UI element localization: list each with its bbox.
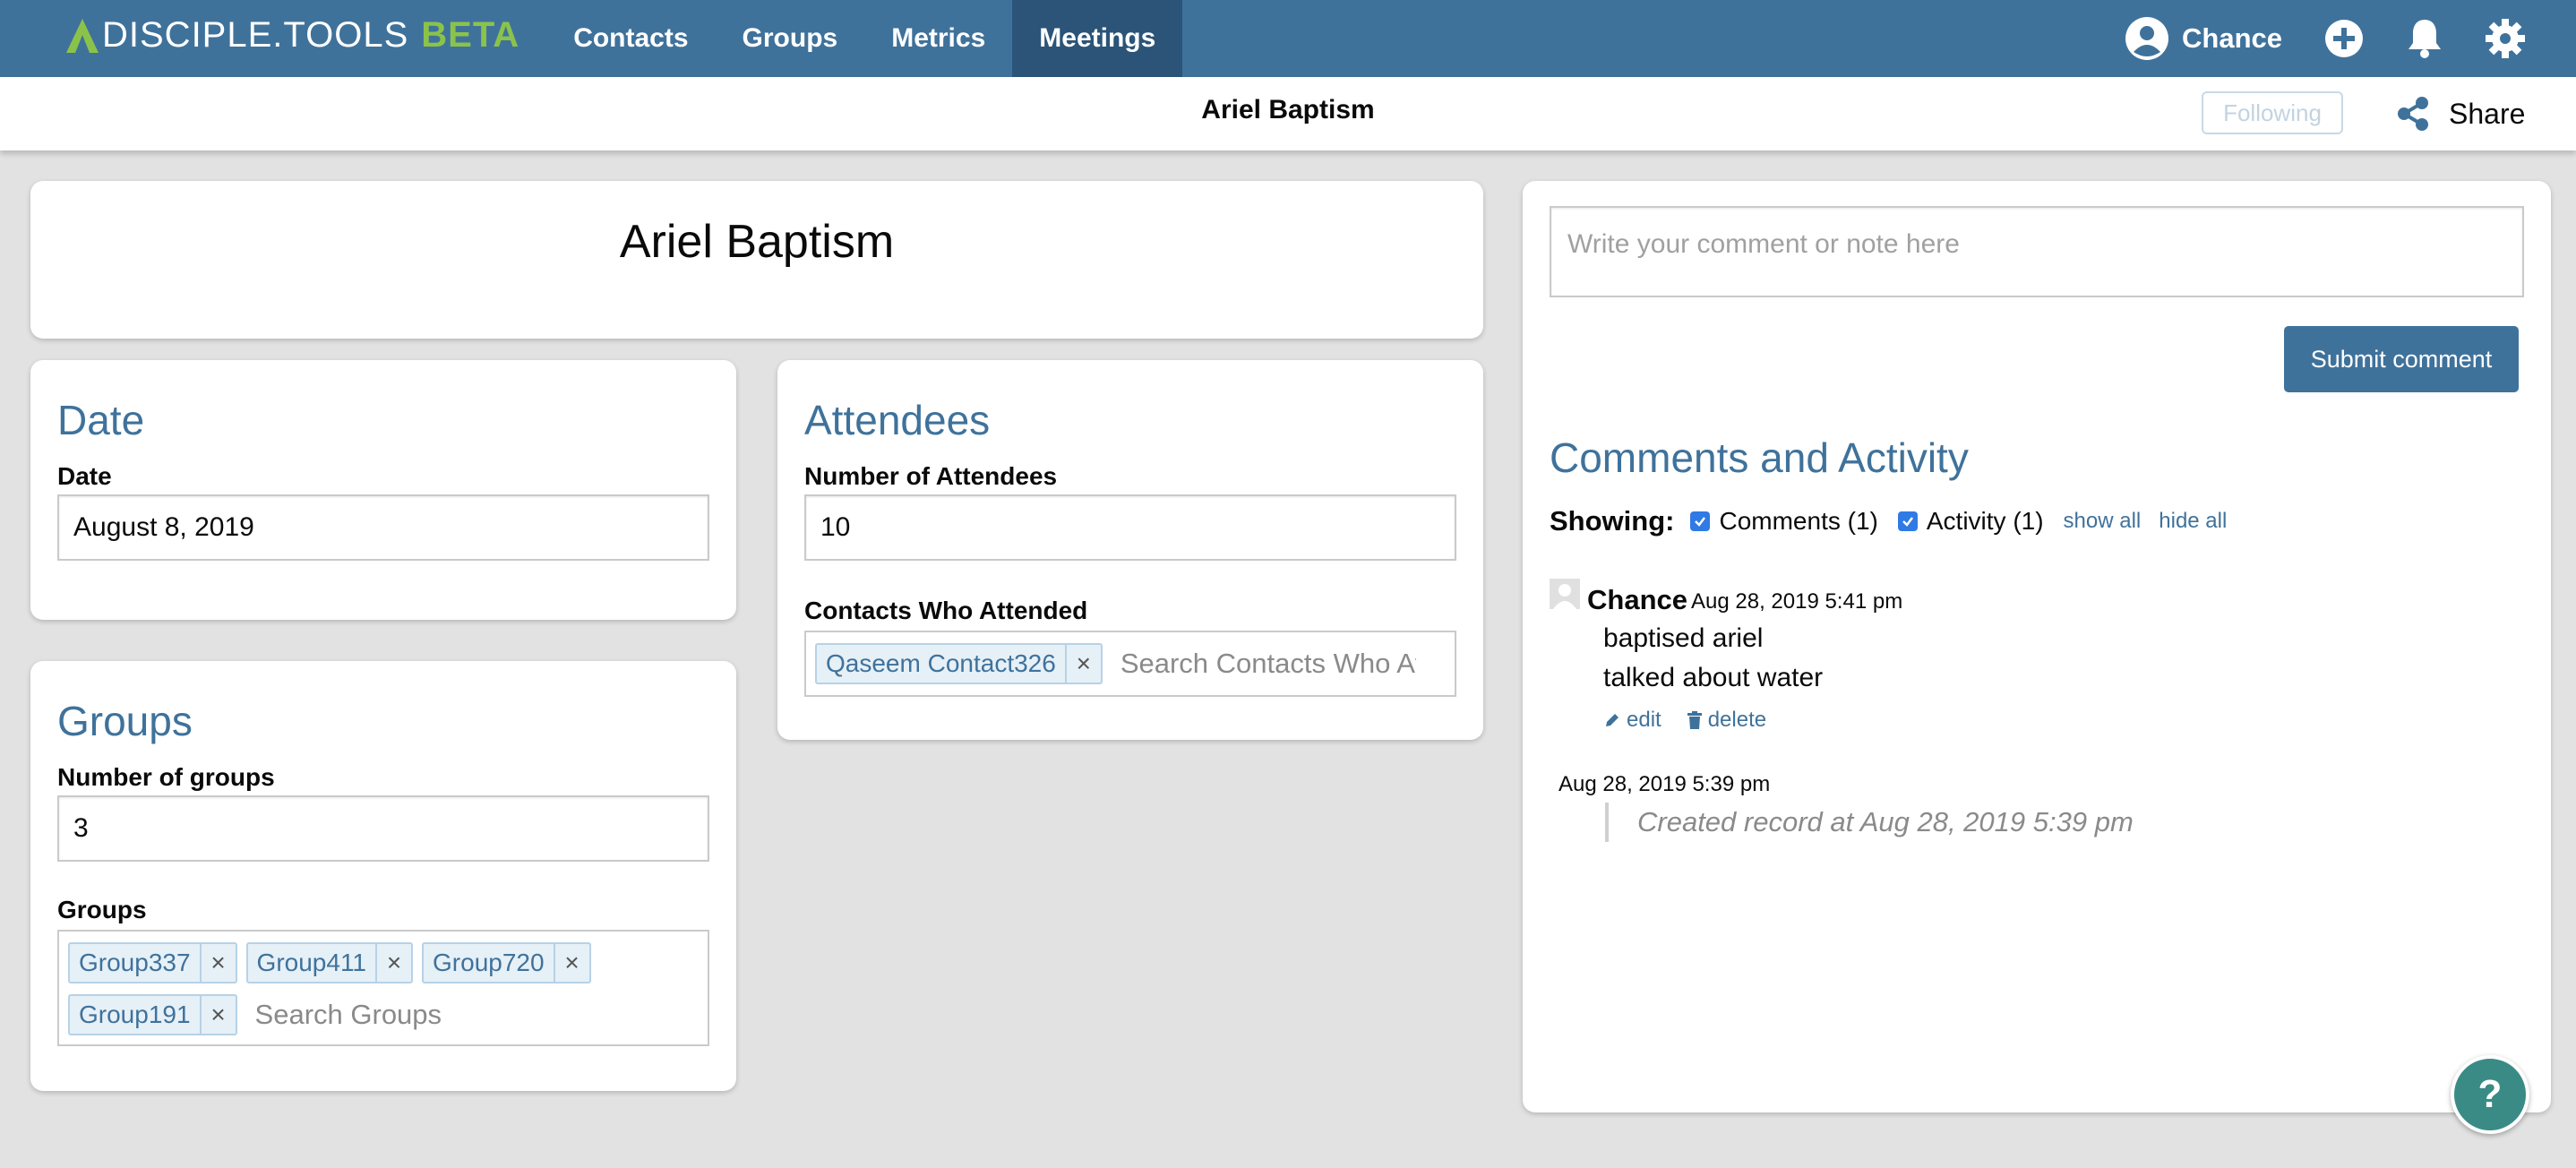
group-tag: Group411 × [245,942,414,983]
groups-card: Groups Number of groups 3 Groups Group33… [30,661,736,1091]
trash-icon [1687,711,1702,729]
activity-text: Created record at Aug 28, 2019 5:39 pm [1637,806,2134,837]
nav-contacts[interactable]: Contacts [546,0,715,77]
date-card: Date Date August 8, 2019 [30,360,736,620]
share-label: Share [2449,97,2526,130]
remove-tag-icon[interactable]: × [1064,645,1101,683]
remove-tag-icon[interactable]: × [199,996,236,1034]
record-header-bar: Ariel Baptism Following Share [0,77,2576,150]
activity-filters: Showing: Comments (1) Activity (1) show … [1550,502,2245,541]
user-name: Chance [2182,22,2282,54]
remove-tag-icon[interactable]: × [199,944,236,982]
comment-actions: edit delete [1603,708,1791,733]
number-of-groups-input[interactable]: 3 [57,795,709,862]
activity-checkbox[interactable] [1897,511,1918,531]
contacts-attended-label: Contacts Who Attended [804,597,1088,624]
delete-comment-link[interactable]: delete [1687,708,1779,733]
pencil-icon [1606,714,1619,726]
edit-comment-link[interactable]: edit [1603,708,1674,733]
following-button[interactable]: Following [2202,91,2343,134]
group-tag: Group337 × [68,942,237,983]
comments-activity-title: Comments and Activity [1550,434,1969,481]
comment-avatar [1550,579,1580,609]
comment-text-line: baptised ariel [1603,623,1764,653]
activity-date: Aug 28, 2019 5:39 pm [1558,772,1771,796]
attendees-card: Attendees Number of Attendees 10 Contact… [777,360,1483,740]
gear-icon[interactable] [2485,18,2526,59]
user-avatar-icon [2125,17,2169,60]
comments-checkbox[interactable] [1690,511,1711,531]
activity-filter-label[interactable]: Activity (1) [1927,507,2044,536]
contact-tag-label[interactable]: Qaseem Contact326 [817,649,1065,678]
groups-section-title: Groups [57,698,193,744]
group-tag-label[interactable]: Group411 [248,949,375,977]
group-tag-label[interactable]: Group337 [70,949,200,977]
groups-label: Groups [57,896,147,923]
show-all-link[interactable]: show all [2064,509,2142,534]
comment-author: Chance [1587,584,1687,615]
showing-label: Showing: [1550,505,1675,537]
number-of-attendees-input[interactable]: 10 [804,494,1456,561]
date-label: Date [57,462,112,490]
comment-text-line: talked about water [1603,663,1824,692]
comment-date: Aug 28, 2019 5:41 pm [1691,589,1903,614]
activity-divider [1605,803,1609,842]
number-of-attendees-label: Number of Attendees [804,462,1058,490]
edit-label: edit [1627,708,1662,732]
bell-icon[interactable] [2404,18,2445,59]
nav-right: Chance [2125,0,2576,77]
remove-tag-icon[interactable]: × [553,944,589,982]
contacts-attended-typeahead[interactable]: Qaseem Contact326 × Search Contacts Who … [804,631,1456,697]
hide-all-link[interactable]: hide all [2159,509,2227,534]
comment-input[interactable]: Write your comment or note here [1550,206,2524,297]
nav-metrics[interactable]: Metrics [864,0,1012,77]
groups-search-input[interactable]: Search Groups [246,994,442,1035]
logo[interactable]: DISCIPLE.TOOLS BETA [64,0,519,77]
comments-filter-label[interactable]: Comments (1) [1719,507,1877,536]
nav-meetings[interactable]: Meetings [1012,0,1183,77]
nav-groups[interactable]: Groups [716,0,865,77]
logo-mark-icon [66,19,99,53]
user-menu[interactable]: Chance [2125,16,2282,61]
help-button[interactable]: ? [2451,1055,2529,1134]
attendees-section-title: Attendees [804,397,991,443]
group-tag-label[interactable]: Group191 [70,1001,200,1029]
group-tag: Group191 × [68,994,237,1035]
logo-beta: BETA [421,14,520,55]
group-tag-label[interactable]: Group720 [424,949,554,977]
date-section-title: Date [57,397,145,443]
submit-comment-button[interactable]: Submit comment [2284,326,2519,392]
number-of-groups-label: Number of groups [57,763,275,791]
top-navbar: DISCIPLE.TOOLS BETA Contacts Groups Metr… [0,0,2576,77]
header-record-title: Ariel Baptism [1201,95,1375,125]
share-icon [2398,97,2428,131]
record-title[interactable]: Ariel Baptism [30,215,1483,269]
share-button[interactable]: Share [2397,93,2525,134]
contacts-search-input[interactable]: Search Contacts Who At [1112,643,1416,684]
remove-tag-icon[interactable]: × [375,944,411,982]
groups-typeahead[interactable]: Group337 × Group411 × Group720 × Group19… [57,930,709,1046]
date-input[interactable]: August 8, 2019 [57,494,709,561]
group-tag: Group720 × [422,942,591,983]
record-title-card: Ariel Baptism [30,181,1483,339]
add-icon[interactable] [2323,18,2365,59]
logo-text: DISCIPLE.TOOLS [102,14,409,55]
delete-label: delete [1707,708,1767,732]
contact-tag: Qaseem Contact326 × [815,643,1103,684]
